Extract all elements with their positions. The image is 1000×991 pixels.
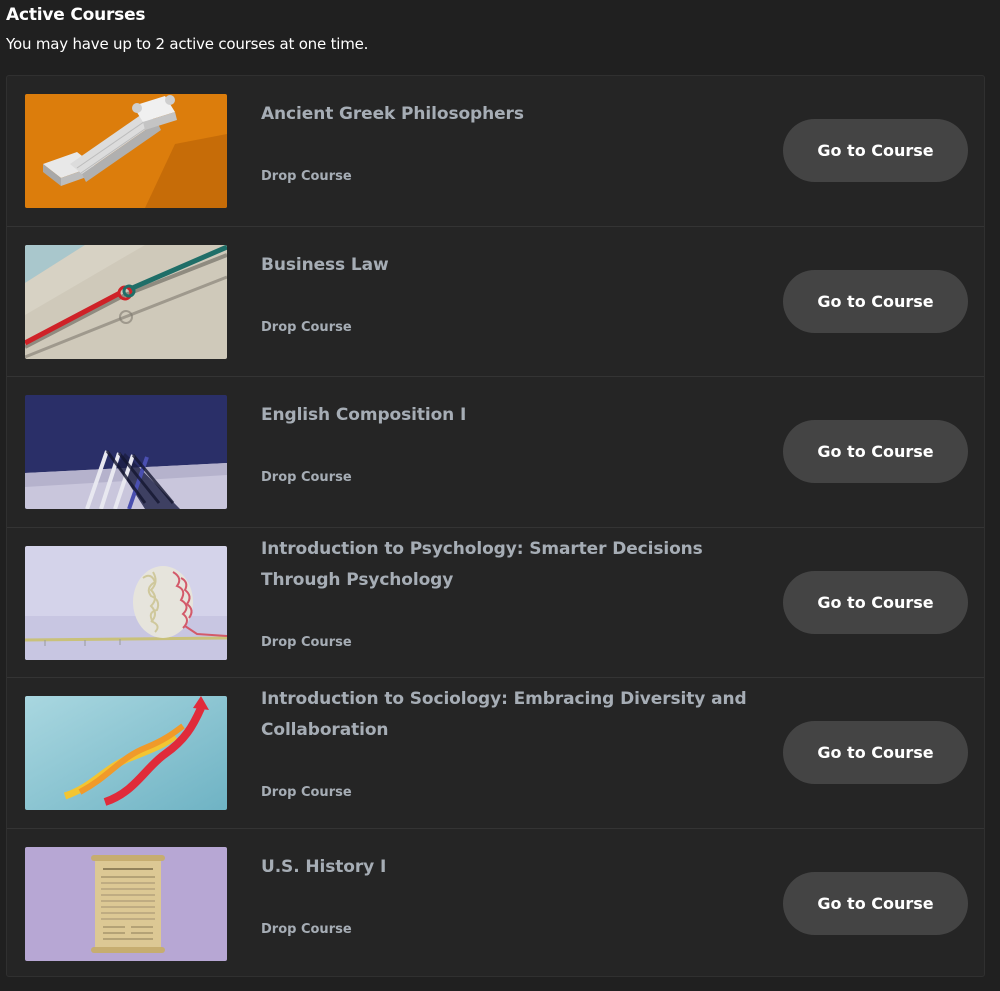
course-thumbnail-knotted-ropes [25,244,227,359]
drop-course-link[interactable]: Drop Course [261,320,352,335]
go-to-course-button[interactable]: Go to Course [783,119,968,182]
greek-column-image [25,94,227,208]
course-thumbnail-leaning-rods [25,395,227,509]
brain-maze-image [25,545,227,660]
course-title[interactable]: Introduction to Sociology: Embracing Div… [261,684,761,746]
go-to-course-button[interactable]: Go to Course [783,269,968,333]
go-to-course-button[interactable]: Go to Course [783,570,968,634]
course-row: English Composition I Drop Course Go to … [7,377,984,528]
go-to-course-button[interactable]: Go to Course [783,420,968,483]
active-courses-page: Active Courses You may have up to 2 acti… [0,0,1000,991]
go-to-course-button[interactable]: Go to Course [783,721,968,784]
course-thumbnail-greek-column [25,94,227,208]
course-row: Business Law Drop Course Go to Course [7,227,984,377]
drop-course-link[interactable]: Drop Course [261,470,352,485]
course-row: Introduction to Psychology: Smarter Deci… [7,528,984,678]
course-thumbnail-brain-maze [25,545,227,660]
course-thumbnail-rising-ribbons [25,696,227,810]
declaration-scroll-image [25,846,227,961]
drop-course-link[interactable]: Drop Course [261,169,352,184]
course-title[interactable]: U.S. History I [261,852,761,883]
drop-course-link[interactable]: Drop Course [261,785,352,800]
course-thumbnail-declaration-scroll [25,846,227,961]
course-title[interactable]: English Composition I [261,400,761,431]
drop-course-link[interactable]: Drop Course [261,635,352,650]
go-to-course-button[interactable]: Go to Course [783,871,968,935]
drop-course-link[interactable]: Drop Course [261,922,352,937]
course-row: Ancient Greek Philosophers Drop Course G… [7,76,984,227]
course-list: Ancient Greek Philosophers Drop Course G… [6,75,985,977]
course-title[interactable]: Introduction to Psychology: Smarter Deci… [261,534,761,596]
knotted-ropes-image [25,244,227,359]
leaning-rods-image [25,395,227,509]
page-subtitle: You may have up to 2 active courses at o… [6,35,369,53]
course-title[interactable]: Business Law [261,250,761,281]
course-row: Introduction to Sociology: Embracing Div… [7,678,984,829]
course-row: U.S. History I Drop Course Go to Course [7,829,984,980]
page-title: Active Courses [6,5,146,25]
rising-ribbons-image [25,696,227,810]
course-title[interactable]: Ancient Greek Philosophers [261,99,761,130]
